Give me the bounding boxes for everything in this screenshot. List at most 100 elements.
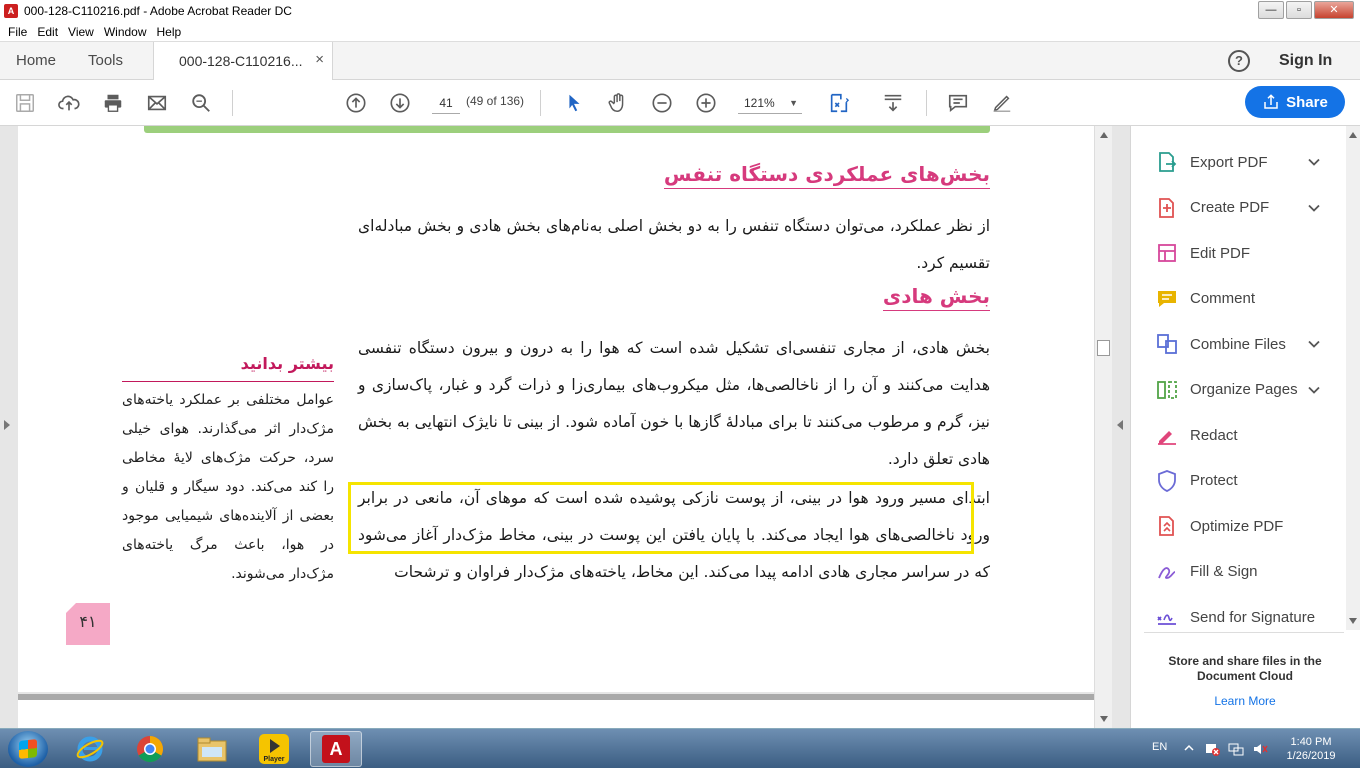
page-header-bar bbox=[144, 126, 990, 133]
scroll-mode-icon[interactable] bbox=[880, 90, 906, 116]
start-button[interactable] bbox=[8, 731, 48, 767]
email-icon[interactable] bbox=[144, 90, 170, 116]
taskbar-player[interactable]: Player bbox=[248, 731, 300, 767]
tool-optimize-pdf[interactable]: Optimize PDF bbox=[1131, 506, 1345, 546]
volume-icon[interactable] bbox=[1252, 741, 1268, 757]
taskbar-chrome[interactable] bbox=[124, 731, 176, 767]
expand-left-icon bbox=[4, 420, 10, 430]
section-heading: بخش‌های عملکردی دستگاه تنفس bbox=[663, 162, 990, 189]
window-title: 000-128-C110216.pdf - Adobe Acrobat Read… bbox=[24, 4, 292, 18]
fit-page-icon[interactable] bbox=[826, 90, 852, 116]
minimize-button[interactable]: — bbox=[1258, 1, 1284, 19]
clock-time: 1:40 PM bbox=[1290, 736, 1332, 748]
scroll-down-icon[interactable] bbox=[1349, 618, 1357, 624]
left-pane-toggle[interactable] bbox=[0, 126, 18, 728]
menu-edit[interactable]: Edit bbox=[37, 25, 58, 39]
tool-redact[interactable]: Redact bbox=[1131, 415, 1345, 455]
menu-bar: File Edit View Window Help bbox=[0, 22, 1360, 42]
tool-label: Protect bbox=[1190, 472, 1238, 489]
menu-help[interactable]: Help bbox=[157, 25, 182, 39]
next-page bbox=[18, 700, 1094, 728]
menu-view[interactable]: View bbox=[68, 25, 94, 39]
language-indicator[interactable]: EN bbox=[1152, 741, 1167, 753]
menu-file[interactable]: File bbox=[8, 25, 27, 39]
scrollbar-thumb[interactable] bbox=[1097, 340, 1110, 356]
tool-fill-sign[interactable]: Fill & Sign bbox=[1131, 552, 1345, 592]
tool-edit-pdf[interactable]: Edit PDF bbox=[1131, 233, 1345, 273]
sign-in-button[interactable]: Sign In bbox=[1279, 52, 1332, 70]
share-icon bbox=[1264, 94, 1278, 109]
zoom-in-icon[interactable] bbox=[693, 90, 719, 116]
page-number-input[interactable]: 41 bbox=[432, 92, 460, 114]
chevron-down-icon[interactable] bbox=[1307, 383, 1321, 397]
document-viewer[interactable]: بخش‌های عملکردی دستگاه تنفس از نظر عملکر… bbox=[0, 126, 1112, 728]
chevron-down-icon[interactable] bbox=[1307, 155, 1321, 169]
acrobat-icon: A bbox=[322, 735, 350, 763]
tool-label: Fill & Sign bbox=[1190, 563, 1258, 580]
tool-organize-pages[interactable]: Organize Pages bbox=[1131, 370, 1345, 410]
menu-window[interactable]: Window bbox=[104, 25, 147, 39]
tab-bar: Home Tools 000-128-C110216... × ? Sign I… bbox=[0, 42, 1360, 80]
document-scrollbar[interactable] bbox=[1094, 126, 1112, 728]
tool-label: Optimize PDF bbox=[1190, 517, 1284, 535]
tool-create-pdf[interactable]: Create PDF bbox=[1131, 188, 1345, 228]
scroll-up-icon[interactable] bbox=[1349, 132, 1357, 138]
page-up-icon[interactable] bbox=[343, 90, 369, 116]
maximize-button[interactable]: ▫ bbox=[1286, 1, 1312, 19]
subsection-heading: بخش هادی bbox=[882, 284, 990, 311]
internet-explorer-icon bbox=[76, 736, 104, 762]
search-icon[interactable] bbox=[188, 90, 214, 116]
scroll-up-icon[interactable] bbox=[1100, 132, 1108, 138]
action-center-icon[interactable] bbox=[1204, 741, 1220, 757]
zoom-out-icon[interactable] bbox=[649, 90, 675, 116]
close-window-button[interactable]: ✕ bbox=[1314, 1, 1354, 19]
taskbar-ie[interactable] bbox=[64, 731, 116, 767]
tool-label: Redact bbox=[1190, 426, 1238, 444]
scroll-down-icon[interactable] bbox=[1100, 716, 1108, 722]
paragraph-intro: از نظر عملکرد، می‌توان دستگاه تنفس را به… bbox=[358, 217, 990, 272]
help-icon[interactable]: ? bbox=[1228, 50, 1250, 72]
tool-combine-files[interactable]: Combine Files bbox=[1131, 324, 1345, 364]
share-button[interactable]: Share bbox=[1245, 86, 1345, 118]
zoom-select[interactable]: 121% ▼ bbox=[738, 92, 802, 114]
learn-more-link[interactable]: Learn More bbox=[1146, 694, 1344, 708]
system-clock[interactable]: 1:40 PM 1/26/2019 bbox=[1276, 735, 1346, 763]
chevron-down-icon[interactable] bbox=[1307, 337, 1321, 351]
main-toolbar: 41 (49 of 136) 121% ▼ Share bbox=[0, 80, 1360, 126]
network-icon[interactable] bbox=[1228, 741, 1244, 757]
taskbar-explorer[interactable] bbox=[186, 731, 238, 767]
tool-label: Combine Files bbox=[1190, 335, 1286, 353]
optimize-pdf-icon bbox=[1155, 514, 1179, 538]
tool-export-pdf[interactable]: Export PDF bbox=[1131, 142, 1345, 182]
windows-taskbar: Player A EN 1:40 PM 1/26/2019 bbox=[0, 728, 1360, 768]
right-pane-toggle[interactable] bbox=[1112, 126, 1130, 728]
highlight-box bbox=[348, 482, 974, 554]
tool-protect[interactable]: Protect bbox=[1131, 461, 1345, 501]
tool-send-for-signature[interactable]: Send for Signature bbox=[1131, 597, 1345, 637]
create-pdf-icon bbox=[1155, 196, 1179, 220]
print-icon[interactable] bbox=[100, 90, 126, 116]
tab-document[interactable]: 000-128-C110216... × bbox=[153, 42, 333, 80]
upload-icon[interactable] bbox=[56, 90, 82, 116]
page-down-icon[interactable] bbox=[387, 90, 413, 116]
taskbar-acrobat[interactable]: A bbox=[310, 731, 362, 767]
tab-close-icon[interactable]: × bbox=[315, 51, 324, 68]
send-signature-icon bbox=[1155, 605, 1179, 629]
tool-comment[interactable]: Comment bbox=[1131, 279, 1345, 319]
comment-icon[interactable] bbox=[945, 90, 971, 116]
tool-label: Export PDF bbox=[1190, 153, 1268, 171]
hand-icon[interactable] bbox=[605, 90, 631, 116]
show-hidden-icons-icon[interactable] bbox=[1184, 743, 1194, 753]
acrobat-window: A 000-128-C110216.pdf - Adobe Acrobat Re… bbox=[0, 0, 1360, 768]
chevron-down-icon[interactable] bbox=[1307, 201, 1321, 215]
tab-home[interactable]: Home bbox=[16, 52, 56, 69]
save-icon[interactable] bbox=[12, 90, 38, 116]
title-bar: A 000-128-C110216.pdf - Adobe Acrobat Re… bbox=[0, 0, 1360, 22]
toolbar-separator bbox=[926, 90, 927, 116]
redact-icon bbox=[1155, 423, 1179, 447]
tools-panel-scrollbar[interactable] bbox=[1346, 126, 1360, 630]
select-cursor-icon[interactable] bbox=[561, 90, 587, 116]
tab-tools[interactable]: Tools bbox=[88, 52, 123, 69]
panel-divider bbox=[1144, 632, 1344, 633]
sign-pen-icon[interactable] bbox=[989, 90, 1015, 116]
